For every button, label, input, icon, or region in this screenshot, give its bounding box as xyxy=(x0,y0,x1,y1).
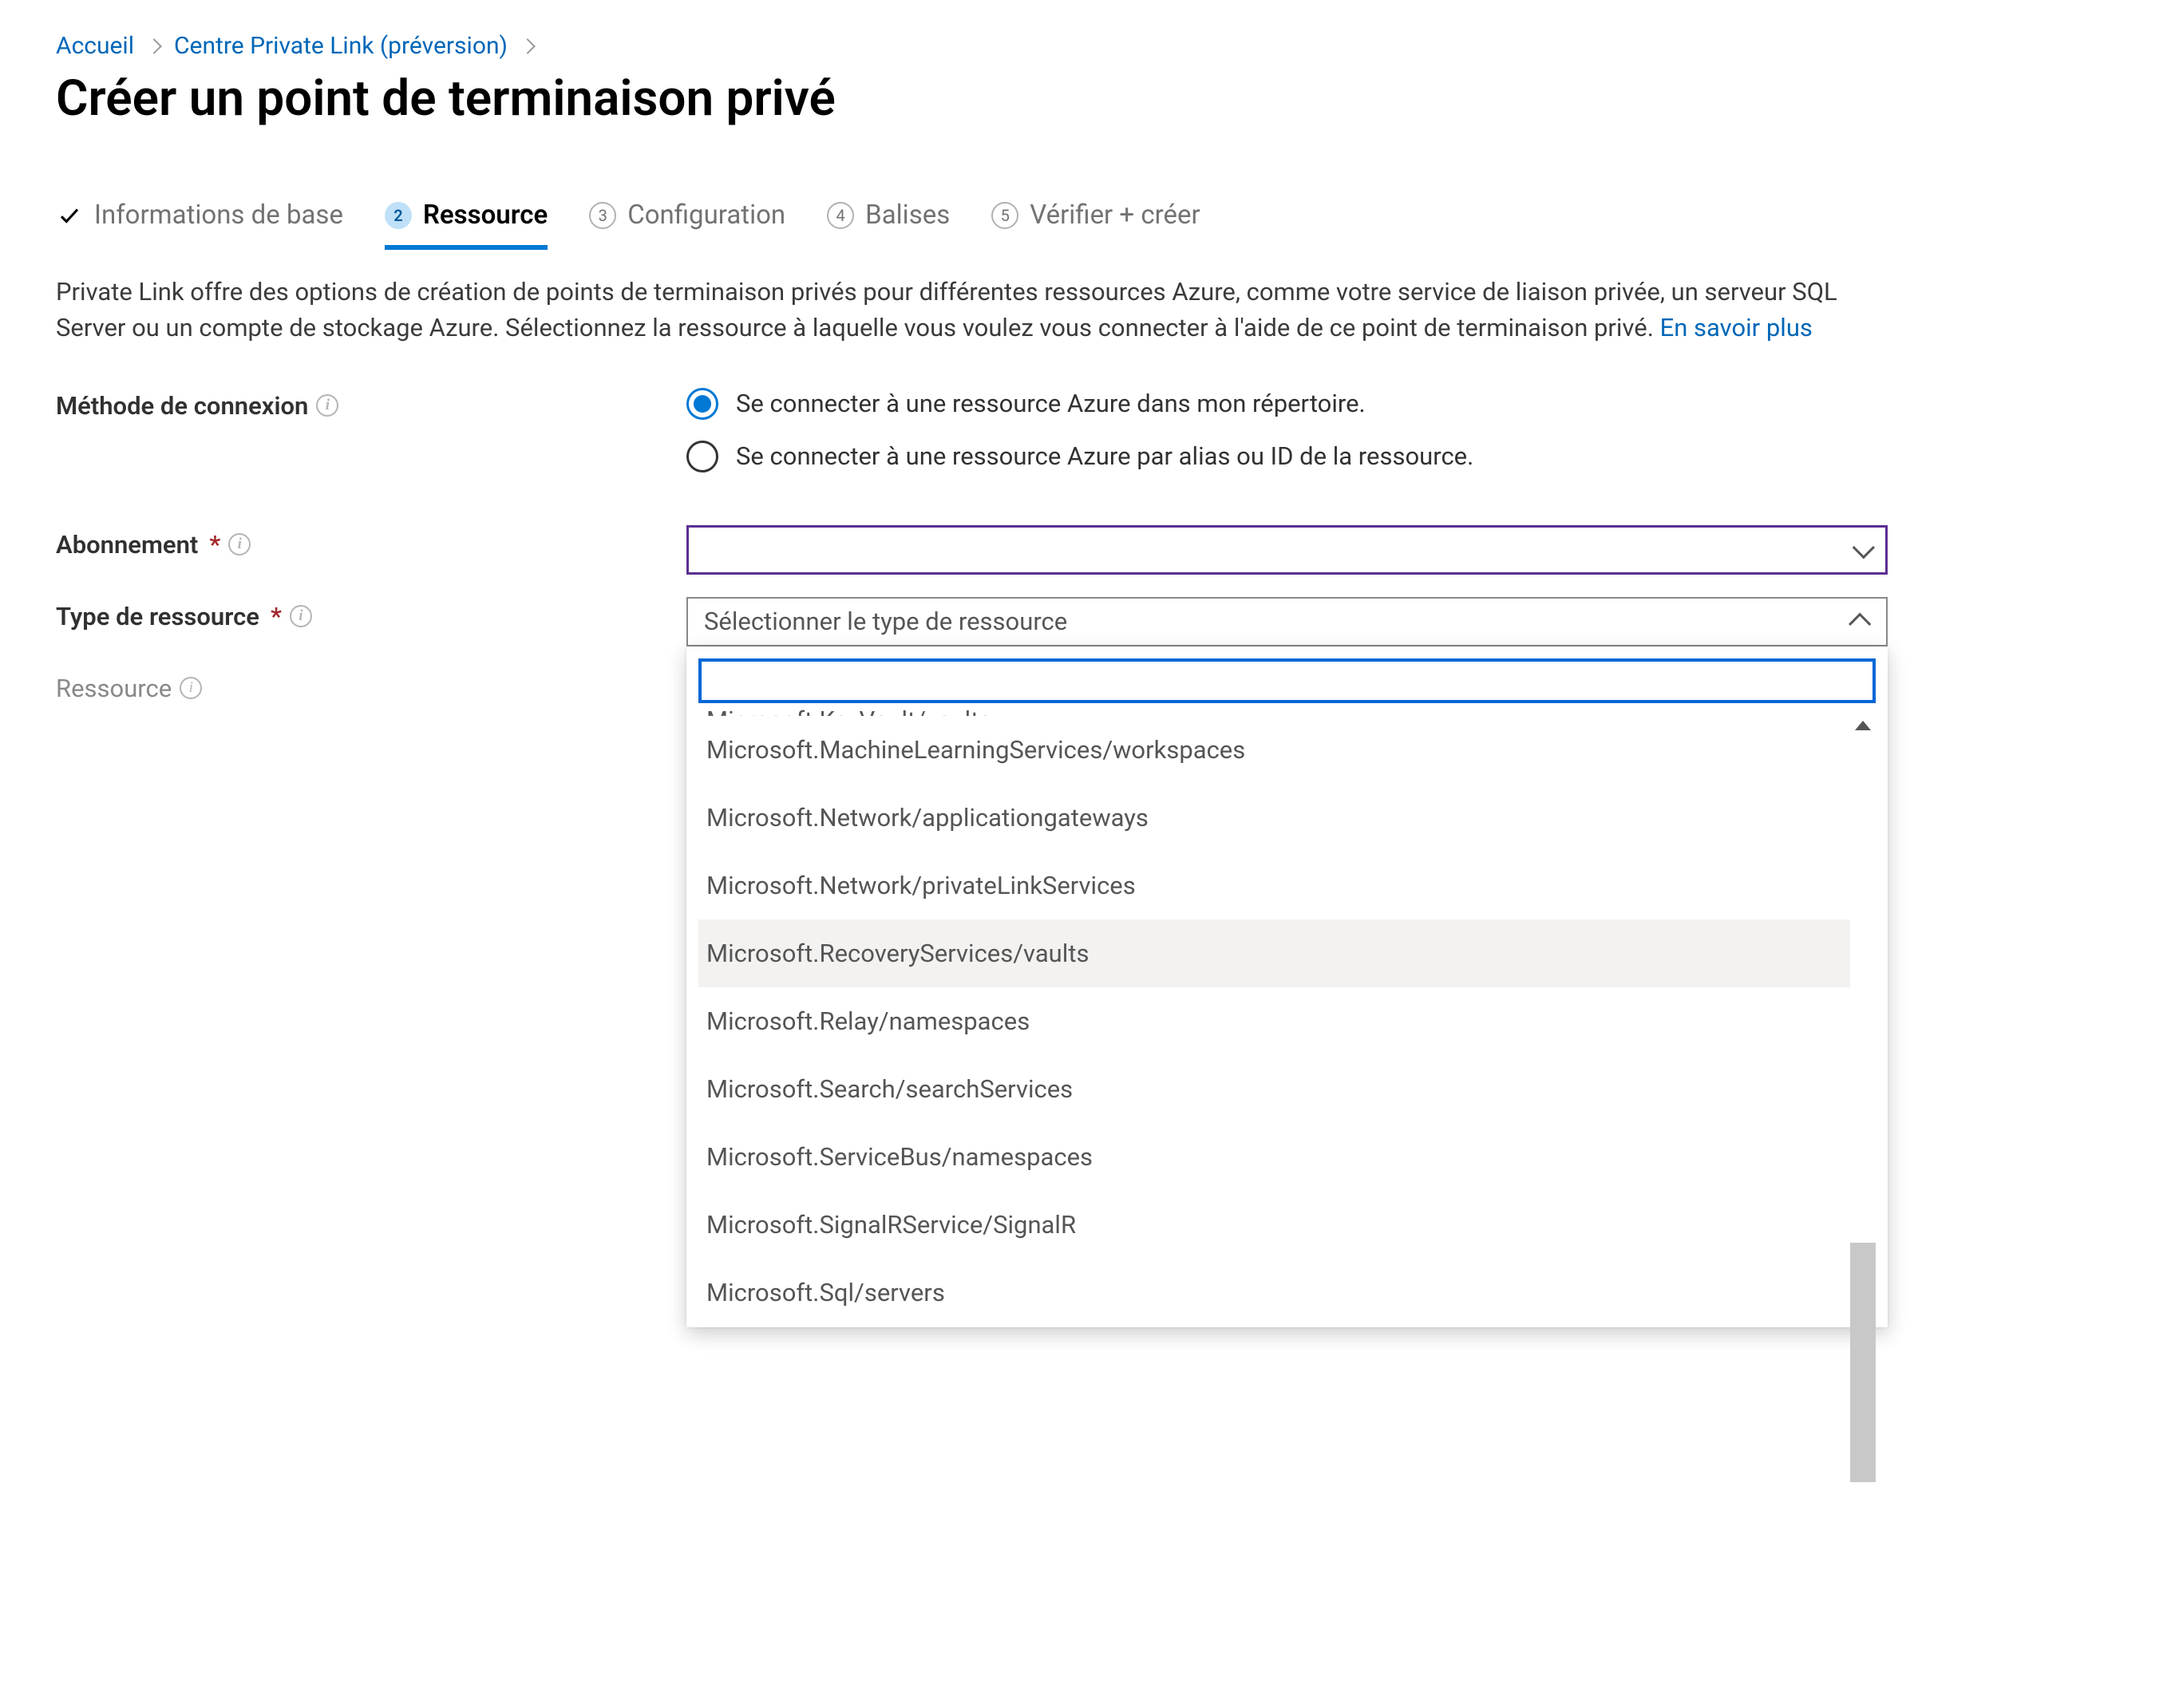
row-resource-type: Type de ressource * i Sélectionner le ty… xyxy=(56,597,2119,646)
resource-type-option[interactable]: Microsoft.Sql/servers xyxy=(698,1259,1850,1326)
learn-more-link[interactable]: En savoir plus xyxy=(1660,313,1813,342)
label-connection-method: Méthode de connexion i xyxy=(56,386,686,421)
resource-type-listbox: Microsoft.KeyVault/vaults Microsoft.Mach… xyxy=(686,646,1888,1327)
tab-configuration[interactable]: 3 Configuration xyxy=(589,200,785,250)
tab-label: Balises xyxy=(865,200,950,231)
scrollbar-thumb[interactable] xyxy=(1850,1243,1876,1482)
tab-label: Ressource xyxy=(423,200,548,231)
subscription-dropdown-trigger[interactable] xyxy=(686,525,1888,575)
tab-label: Configuration xyxy=(627,200,785,231)
resource-type-option[interactable]: Microsoft.MachineLearningServices/worksp… xyxy=(698,716,1850,784)
radio-connect-directory-option[interactable]: Se connecter à une ressource Azure dans … xyxy=(686,386,2119,421)
description-text: Private Link offre des options de créati… xyxy=(56,277,1837,342)
dropdown-placeholder: Sélectionner le type de ressource xyxy=(704,607,1067,636)
list-clipped-row: Microsoft.KeyVault/vaults xyxy=(698,706,1876,716)
breadcrumb-home[interactable]: Accueil xyxy=(56,32,134,60)
wizard-tabs: Informations de base 2 Ressource 3 Confi… xyxy=(56,200,2119,250)
radio-connect-alias-option[interactable]: Se connecter à une ressource Azure par a… xyxy=(686,439,2119,474)
resource-type-option[interactable]: Microsoft.Network/privateLinkServices xyxy=(698,852,1850,919)
chevron-down-icon xyxy=(1853,536,1875,559)
breadcrumb: Accueil Centre Private Link (préversion) xyxy=(56,32,2119,60)
tab-basics[interactable]: Informations de base xyxy=(56,200,343,250)
radio-label: Se connecter à une ressource Azure par a… xyxy=(736,441,1473,471)
radio-connect-alias[interactable] xyxy=(686,441,718,472)
checkmark-icon xyxy=(56,202,83,229)
chevron-up-icon xyxy=(1849,613,1871,635)
resource-type-option[interactable]: Microsoft.Search/searchServices xyxy=(698,1055,1850,1123)
step-badge-2: 2 xyxy=(385,202,412,229)
chevron-right-icon xyxy=(146,38,162,54)
resource-type-option[interactable]: Microsoft.ServiceBus/namespaces xyxy=(698,1123,1850,1191)
page-title: Créer un point de terminaison privé xyxy=(56,69,2119,128)
row-subscription: Abonnement * i xyxy=(56,525,2119,575)
tab-label: Informations de base xyxy=(94,200,343,231)
breadcrumb-private-link-center[interactable]: Centre Private Link (préversion) xyxy=(174,32,508,60)
scrollbar[interactable] xyxy=(1850,716,1876,1326)
resource-type-option[interactable]: Microsoft.RecoveryServices/vaults xyxy=(698,919,1850,987)
label-resource-type: Type de ressource * i xyxy=(56,597,686,631)
label-subscription: Abonnement * i xyxy=(56,525,686,559)
radio-label: Se connecter à une ressource Azure dans … xyxy=(736,389,1366,418)
tab-label: Vérifier + créer xyxy=(1030,200,1200,231)
resource-type-dropdown[interactable]: Sélectionner le type de ressource Micros… xyxy=(686,597,1888,646)
section-description: Private Link offre des options de créati… xyxy=(56,275,1892,346)
resource-type-option[interactable]: Microsoft.SignalRService/SignalR xyxy=(698,1191,1850,1259)
tab-review-create[interactable]: 5 Vérifier + créer xyxy=(991,200,1200,250)
tab-resource[interactable]: 2 Ressource xyxy=(385,200,548,250)
row-connection-method: Méthode de connexion i Se connecter à un… xyxy=(56,386,2119,474)
info-icon[interactable]: i xyxy=(180,677,202,699)
resource-type-option[interactable]: Microsoft.Relay/namespaces xyxy=(698,987,1850,1055)
resource-type-dropdown-trigger[interactable]: Sélectionner le type de ressource xyxy=(686,597,1888,646)
label-resource: Ressource i xyxy=(56,669,686,703)
subscription-dropdown[interactable] xyxy=(686,525,1888,575)
resource-type-search-input[interactable] xyxy=(698,658,1876,703)
tab-tags[interactable]: 4 Balises xyxy=(827,200,950,250)
chevron-right-icon xyxy=(520,38,536,54)
info-icon[interactable]: i xyxy=(316,394,338,417)
step-badge-3: 3 xyxy=(589,202,616,229)
step-badge-5: 5 xyxy=(991,202,1018,229)
required-marker: * xyxy=(271,602,282,631)
scroll-arrow-up-icon[interactable] xyxy=(1855,721,1871,730)
info-icon[interactable]: i xyxy=(290,605,312,627)
radio-connect-directory[interactable] xyxy=(686,388,718,420)
required-marker: * xyxy=(209,530,220,559)
step-badge-4: 4 xyxy=(827,202,854,229)
info-icon[interactable]: i xyxy=(228,533,251,555)
resource-type-option[interactable]: Microsoft.Network/applicationgateways xyxy=(698,784,1850,852)
